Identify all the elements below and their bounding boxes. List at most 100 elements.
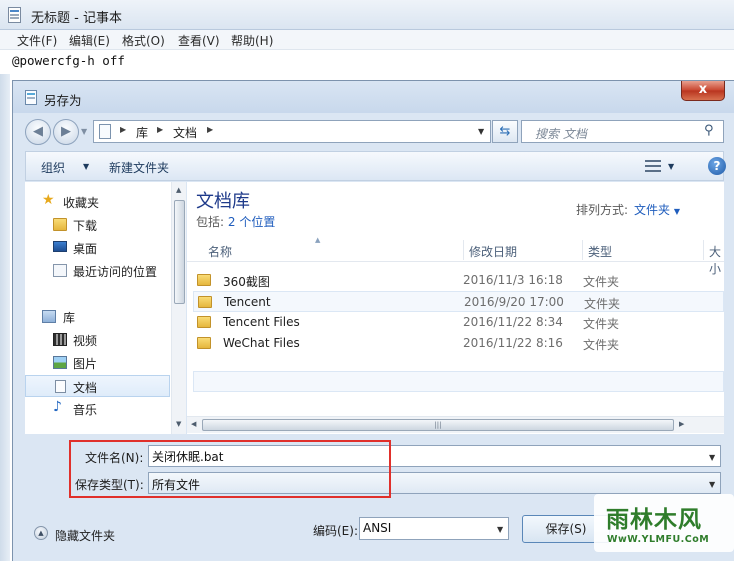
column-type[interactable]: 类型 <box>588 243 612 260</box>
video-icon <box>53 333 67 346</box>
watermark-logo: 雨林木风 WwW.YLMFU.CoM <box>594 494 734 552</box>
arrange-by: 排列方式: 文件夹 ▼ <box>576 203 681 217</box>
chevron-down-icon[interactable]: ▼ <box>668 162 674 171</box>
dialog-title-bar: 另存为 <box>13 81 734 113</box>
folder-icon <box>197 274 211 286</box>
encoding-label: 编码(E): <box>313 524 358 538</box>
star-icon: ★ <box>42 192 55 208</box>
breadcrumb-arrow-icon[interactable]: ▶ <box>157 125 163 134</box>
organize-button[interactable]: 组织 <box>41 159 65 176</box>
music-icon: ♪ <box>53 399 62 415</box>
pictures-icon <box>53 356 67 369</box>
menu-format[interactable]: 格式(O) <box>122 32 165 49</box>
menu-edit[interactable]: 编辑(E) <box>69 32 110 49</box>
nav-libraries[interactable]: 库 <box>25 306 170 328</box>
hide-folders-button[interactable]: 隐藏文件夹 <box>55 527 115 544</box>
recent-locations-dropdown[interactable]: ▼ <box>81 127 91 137</box>
breadcrumb-arrow-icon[interactable]: ▶ <box>120 125 126 134</box>
notepad-menu-bar: 文件(F) 编辑(E) 格式(O) 查看(V) 帮助(H) <box>0 30 734 50</box>
column-name[interactable]: 名称 <box>208 243 232 260</box>
breadcrumb-libraries[interactable]: 库 <box>136 124 148 141</box>
menu-file[interactable]: 文件(F) <box>17 32 57 49</box>
scroll-left-icon[interactable]: ◀ <box>191 420 196 428</box>
command-toolbar: 组织 ▼ 新建文件夹 ▼ ? <box>25 151 726 181</box>
close-button[interactable]: x <box>681 81 725 101</box>
folder-icon <box>197 316 211 328</box>
encoding-select[interactable]: ANSI <box>359 517 509 540</box>
column-divider[interactable] <box>582 240 583 260</box>
file-row[interactable]: Tencent 2016/9/20 17:00 文件夹 <box>193 291 724 312</box>
watermark-url: WwW.YLMFU.CoM <box>607 534 710 545</box>
notepad-icon <box>8 7 21 23</box>
file-row[interactable] <box>193 371 724 392</box>
folder-icon <box>197 337 211 349</box>
back-button[interactable]: ◀ <box>25 119 51 145</box>
forward-button[interactable]: ▶ <box>53 119 79 145</box>
refresh-button[interactable]: ⇆ <box>492 120 518 143</box>
dialog-icon <box>25 90 37 105</box>
search-input[interactable]: 搜索 文档 <box>535 125 587 142</box>
scrollbar-thumb[interactable] <box>174 200 185 304</box>
column-header: 名称 修改日期 类型 大小 <box>187 238 724 276</box>
breadcrumb-documents[interactable]: 文档 <box>173 124 197 141</box>
libraries-icon <box>42 310 56 323</box>
chevron-down-icon[interactable]: ▼ <box>83 162 89 171</box>
chevron-down-icon: ▼ <box>709 480 716 489</box>
encoding-dropdown[interactable]: ▼ <box>497 525 503 534</box>
highlight-box <box>69 440 391 498</box>
nav-pane-scrollbar[interactable]: ▲ ▼ <box>171 182 186 434</box>
scroll-right-icon[interactable]: ▶ <box>679 420 684 428</box>
menu-help[interactable]: 帮助(H) <box>231 32 273 49</box>
save-as-dialog: 另存为 x ◀ ▶ ▼ ▶ 库 ▶ 文档 ▶ ▼ ⇆ 搜索 文档 ⚲ 组织 ▼ … <box>12 80 734 561</box>
refresh-icon: ⇆ <box>499 124 511 139</box>
file-row[interactable]: Tencent Files 2016/11/22 8:34 文件夹 <box>193 312 724 333</box>
file-row[interactable]: WeChat Files 2016/11/22 8:16 文件夹 <box>193 333 724 354</box>
arrange-by-dropdown[interactable]: 文件夹 <box>634 203 670 217</box>
notepad-title-bar: 无标题 - 记事本 <box>0 0 734 30</box>
filetype-dropdown[interactable]: ▼ <box>709 480 715 489</box>
nav-documents[interactable]: 文档 <box>25 375 170 397</box>
scroll-up-icon[interactable]: ▲ <box>176 186 181 194</box>
help-icon[interactable]: ? <box>708 157 726 175</box>
filename-dropdown[interactable]: ▼ <box>709 453 715 462</box>
library-locations-link[interactable]: 2 个位置 <box>228 215 275 229</box>
file-row[interactable]: 360截图 2016/11/3 16:18 文件夹 <box>193 270 724 291</box>
arrow-right-icon: ▶ <box>61 124 71 139</box>
nav-videos[interactable]: 视频 <box>25 329 170 351</box>
chevron-down-icon: ▼ <box>81 127 88 136</box>
nav-downloads[interactable]: 下载 <box>25 214 170 236</box>
nav-pictures[interactable]: 图片 <box>25 352 170 374</box>
recent-places-icon <box>53 264 67 277</box>
new-folder-button[interactable]: 新建文件夹 <box>109 159 169 176</box>
search-icon[interactable]: ⚲ <box>704 123 714 138</box>
chevron-down-icon: ▼ <box>709 453 716 462</box>
column-divider[interactable] <box>463 240 464 260</box>
nav-desktop[interactable]: 桌面 <box>25 237 170 259</box>
library-includes: 包括: 2 个位置 <box>196 215 276 229</box>
file-list-pane: 文档库 包括: 2 个位置 排列方式: 文件夹 ▼ ▲ 名称 修改日期 类型 大小… <box>187 182 724 434</box>
nav-recent-places[interactable]: 最近访问的位置 <box>25 260 170 282</box>
horizontal-scrollbar[interactable]: ◀ ||| ▶ <box>187 416 724 433</box>
notepad-title: 无标题 - 记事本 <box>31 11 122 26</box>
column-divider[interactable] <box>703 240 704 260</box>
nav-music[interactable]: ♪ 音乐 <box>25 398 170 420</box>
breadcrumb-arrow-icon[interactable]: ▶ <box>207 125 213 134</box>
scroll-down-icon[interactable]: ▼ <box>176 420 181 428</box>
navigation-pane: ★ 收藏夹 下载 桌面 最近访问的位置 库 视频 图片 文档 ♪ 音乐 ▲ ▼ <box>25 182 186 434</box>
nav-favorites[interactable]: ★ 收藏夹 <box>25 191 170 213</box>
chevron-down-icon[interactable]: ▼ <box>674 207 680 216</box>
scrollbar-thumb[interactable]: ||| <box>202 419 674 431</box>
library-title: 文档库 <box>196 191 250 212</box>
folder-icon <box>198 296 212 308</box>
notepad-frame-edge <box>0 74 10 561</box>
column-date[interactable]: 修改日期 <box>469 243 517 260</box>
address-bar[interactable]: ▶ 库 ▶ 文档 ▶ <box>93 120 491 143</box>
search-box[interactable]: 搜索 文档 ⚲ <box>521 120 724 143</box>
address-dropdown[interactable]: ▼ <box>478 127 484 136</box>
downloads-folder-icon <box>53 218 67 231</box>
menu-view[interactable]: 查看(V) <box>178 32 220 49</box>
chevron-down-icon: ▼ <box>478 127 485 136</box>
hide-folders-toggle-icon[interactable]: ▲ <box>34 526 48 540</box>
view-options-icon[interactable] <box>645 160 661 172</box>
notepad-text-area[interactable]: @powercfg-h off <box>12 53 125 68</box>
